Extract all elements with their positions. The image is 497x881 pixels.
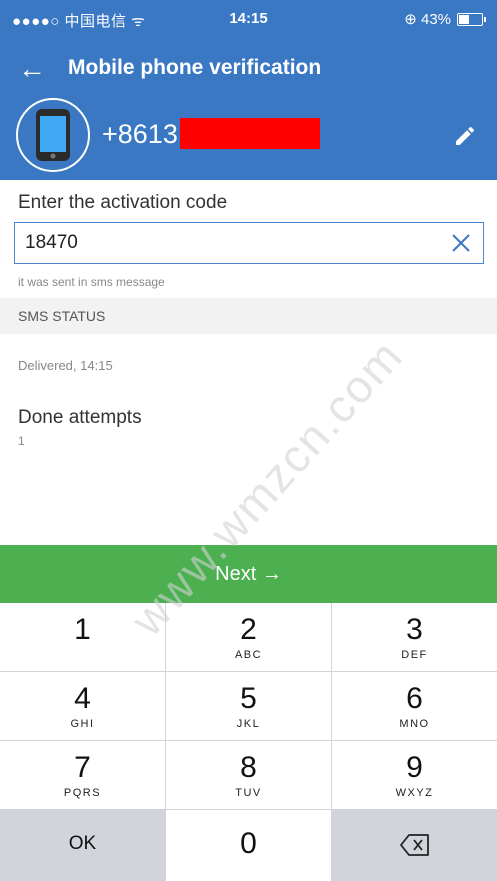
backspace-key[interactable]	[332, 810, 497, 881]
next-button[interactable]: Next →	[0, 545, 497, 603]
close-icon[interactable]	[449, 231, 473, 255]
sms-status-header: SMS STATUS	[0, 298, 497, 334]
battery-percent: ⊕ 43%	[404, 11, 451, 28]
key-8[interactable]: 8 TUV	[166, 741, 331, 809]
phone-number: +8613	[102, 119, 178, 149]
key-digit: 8	[240, 751, 257, 784]
key-5[interactable]: 5 JKL	[166, 672, 331, 740]
battery-icon	[457, 12, 486, 26]
key-letters: GHI	[70, 718, 95, 730]
redaction-block	[180, 118, 320, 149]
key-4[interactable]: 4 GHI	[0, 672, 165, 740]
ok-key[interactable]: OK	[0, 810, 165, 881]
numeric-keypad: 1 2 ABC 3 DEF 4 GHI 5 JKL 6 MNO 7 PQRS 8…	[0, 603, 497, 881]
battery-status: ⊕ 43%	[404, 10, 486, 28]
key-0[interactable]: 0	[166, 810, 331, 881]
key-digit: 3	[406, 613, 423, 646]
key-letters: TUV	[235, 787, 262, 799]
pencil-icon[interactable]	[453, 124, 477, 148]
key-letters: JKL	[236, 718, 261, 730]
status-bar: ●●●●○ 中国电信 ᯤ 14:15 ⊕ 43%	[0, 0, 497, 38]
page-title: Mobile phone verification	[68, 56, 322, 79]
key-digit: 4	[74, 682, 91, 715]
code-hint: it was sent in sms message	[18, 275, 165, 289]
done-attempts-value: 1	[18, 434, 25, 448]
activation-code-field[interactable]	[14, 222, 484, 264]
key-6[interactable]: 6 MNO	[332, 672, 497, 740]
app-header: ← Mobile phone verification +8613	[0, 38, 497, 180]
back-arrow-icon[interactable]: ←	[18, 54, 48, 84]
key-letters: DEF	[401, 649, 428, 661]
key-1[interactable]: 1	[0, 603, 165, 671]
key-digit: 0	[240, 827, 257, 860]
key-digit: 1	[74, 613, 91, 646]
ok-key-label: OK	[68, 833, 97, 854]
key-3[interactable]: 3 DEF	[332, 603, 497, 671]
key-digit: 7	[74, 751, 91, 784]
key-letters: WXYZ	[395, 787, 434, 799]
key-letters: PQRS	[63, 787, 102, 799]
key-9[interactable]: 9 WXYZ	[332, 741, 497, 809]
sms-status-title: SMS STATUS	[18, 308, 106, 324]
done-attempts-label: Done attempts	[18, 407, 142, 428]
key-7[interactable]: 7 PQRS	[0, 741, 165, 809]
mobile-phone-icon	[36, 109, 70, 161]
key-letters: ABC	[234, 649, 263, 661]
key-letters: MNO	[399, 718, 430, 730]
activation-code-input[interactable]	[25, 228, 425, 258]
phone-avatar	[16, 98, 90, 172]
key-2[interactable]: 2 ABC	[166, 603, 331, 671]
backspace-icon	[399, 834, 429, 856]
key-digit: 9	[406, 751, 423, 784]
key-digit: 5	[240, 682, 257, 715]
sms-status-value: Delivered, 14:15	[18, 358, 113, 373]
key-digit: 6	[406, 682, 423, 715]
activation-code-label: Enter the activation code	[18, 192, 228, 213]
key-digit: 2	[240, 613, 257, 646]
